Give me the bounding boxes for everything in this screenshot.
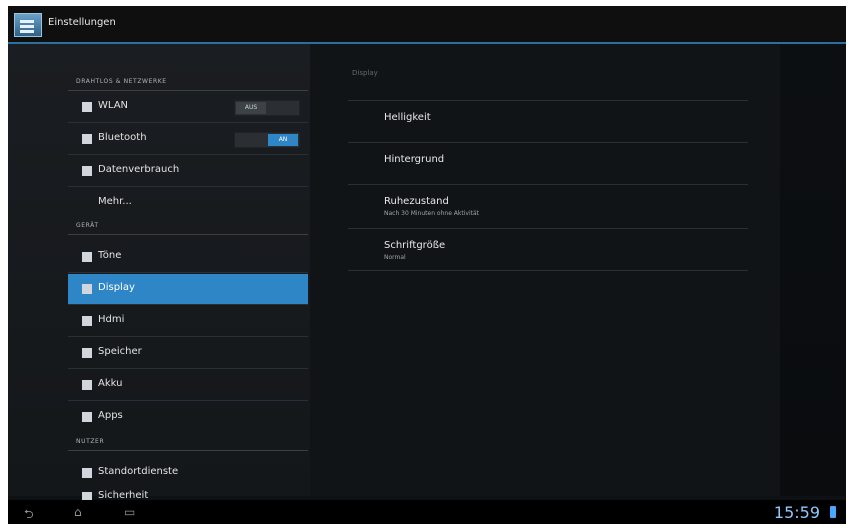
item-divider xyxy=(68,272,308,273)
section-header-wireless: DRAHTLOS & NETZWERKE xyxy=(76,78,167,85)
pref-divider xyxy=(348,228,748,229)
device-screen: Einstellungen DRAHTLOS & NETZWERKE WLAN … xyxy=(8,6,846,524)
volume-icon xyxy=(82,252,92,262)
apps-icon xyxy=(82,412,92,422)
pref-divider xyxy=(348,270,748,271)
settings-item-hdmi[interactable]: Hdmi xyxy=(68,306,308,336)
settings-item-bluetooth[interactable]: Bluetooth AN xyxy=(68,124,308,154)
settings-item-label: Hdmi xyxy=(98,314,125,325)
data-usage-icon xyxy=(82,166,92,176)
pref-divider xyxy=(348,184,748,185)
section-divider xyxy=(68,450,308,451)
wlan-toggle-off: AUS xyxy=(236,102,266,114)
system-navigation-bar: ⮌ ⌂ ▭ 15:59 xyxy=(8,500,846,524)
item-divider xyxy=(68,400,308,401)
pref-title: Schriftgröße xyxy=(384,240,446,251)
back-icon[interactable]: ⮌ xyxy=(24,505,34,521)
battery-icon xyxy=(82,380,92,390)
settings-right-pane: Display Helligkeit Hintergrund Ruhezusta… xyxy=(310,44,780,496)
bluetooth-toggle-on: AN xyxy=(268,134,298,146)
storage-icon xyxy=(82,348,92,358)
item-divider xyxy=(68,154,308,155)
pref-divider xyxy=(348,100,748,101)
display-icon xyxy=(82,284,92,294)
section-divider xyxy=(68,234,308,235)
pref-title: Hintergrund xyxy=(384,154,445,165)
item-divider xyxy=(68,186,308,187)
wlan-toggle[interactable]: AUS xyxy=(234,100,300,116)
settings-item-label: Datenverbrauch xyxy=(98,164,180,175)
settings-item-wlan[interactable]: WLAN AUS xyxy=(68,92,308,122)
item-divider xyxy=(68,304,308,305)
settings-item-label: Display xyxy=(98,282,135,293)
item-divider xyxy=(68,368,308,369)
recents-icon[interactable]: ▭ xyxy=(124,505,135,519)
bluetooth-toggle-off xyxy=(236,134,266,146)
location-icon xyxy=(82,468,92,478)
wifi-icon xyxy=(82,102,92,112)
settings-item-label: Mehr... xyxy=(98,196,132,207)
home-icon[interactable]: ⌂ xyxy=(74,505,82,519)
pref-helligkeit[interactable]: Helligkeit xyxy=(348,102,748,142)
settings-item-label: Bluetooth xyxy=(98,132,147,143)
settings-item-display[interactable]: Display xyxy=(68,274,308,304)
right-side-shadow xyxy=(780,44,846,496)
settings-item-label: Speicher xyxy=(98,346,142,357)
item-divider xyxy=(68,336,308,337)
pref-divider xyxy=(348,142,748,143)
settings-item-label: Apps xyxy=(98,410,123,421)
right-pane-title: Display xyxy=(352,69,378,77)
pref-summary: Normal xyxy=(384,254,406,261)
section-header-user: NUTZER xyxy=(76,438,105,445)
settings-item-label: WLAN xyxy=(98,100,129,111)
settings-item-label: Akku xyxy=(98,378,123,389)
section-header-device: GERÄT xyxy=(76,222,99,229)
settings-item-speicher[interactable]: Speicher xyxy=(68,338,308,368)
bluetooth-icon xyxy=(82,134,92,144)
pref-title: Helligkeit xyxy=(384,112,431,123)
bluetooth-toggle[interactable]: AN xyxy=(234,132,300,148)
pref-summary: Nach 30 Minuten ohne Aktivität xyxy=(384,210,479,217)
settings-item-akku[interactable]: Akku xyxy=(68,370,308,400)
pref-ruhezustand[interactable]: Ruhezustand Nach 30 Minuten ohne Aktivit… xyxy=(348,186,748,226)
settings-item-label: Töne xyxy=(98,250,122,261)
settings-item-toene[interactable]: Töne xyxy=(68,242,308,272)
settings-item-apps[interactable]: Apps xyxy=(68,402,308,432)
status-clock: 15:59 xyxy=(773,503,820,522)
settings-left-pane: DRAHTLOS & NETZWERKE WLAN AUS Bluetooth … xyxy=(8,44,310,502)
pref-hintergrund[interactable]: Hintergrund xyxy=(348,144,748,184)
pref-schriftgroesse[interactable]: Schriftgröße Normal xyxy=(348,230,748,270)
app-title: Einstellungen xyxy=(48,17,116,28)
hdmi-icon xyxy=(82,316,92,326)
action-bar: Einstellungen xyxy=(8,6,846,44)
settings-item-label: Standortdienste xyxy=(98,466,179,477)
item-divider xyxy=(68,122,308,123)
settings-item-datenverbrauch[interactable]: Datenverbrauch xyxy=(68,156,308,186)
section-divider xyxy=(68,90,308,91)
settings-item-mehr[interactable]: Mehr... xyxy=(68,188,308,218)
wlan-toggle-on xyxy=(268,102,298,114)
battery-status-icon xyxy=(830,506,836,518)
pref-title: Ruhezustand xyxy=(384,196,449,207)
settings-app-icon xyxy=(14,13,42,37)
